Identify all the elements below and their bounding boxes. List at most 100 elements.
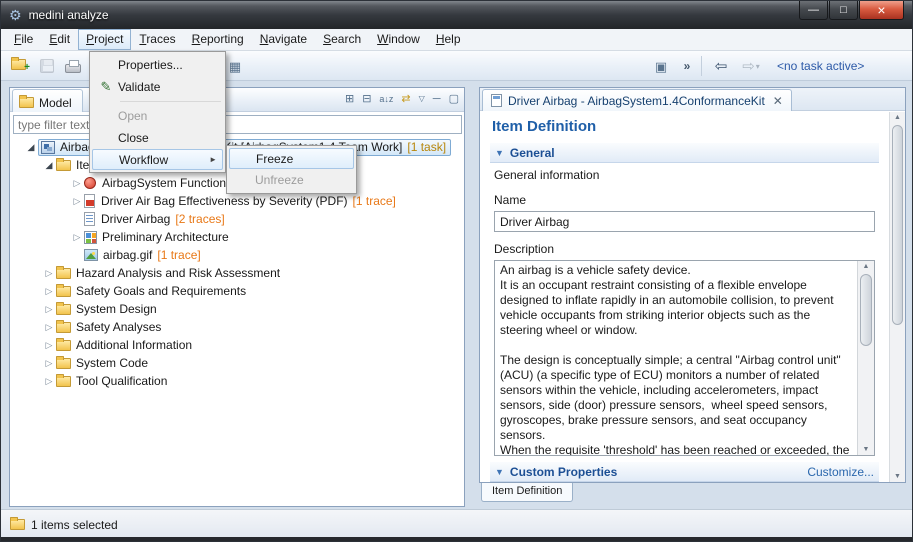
menu-window[interactable]: Window — [369, 29, 428, 50]
editor-panel: Driver Airbag - AirbagSystem1.4Conforman… — [479, 87, 906, 483]
close-tab-icon[interactable]: ✕ — [773, 94, 783, 108]
forward-button[interactable]: ⇨▾ — [735, 54, 767, 78]
task-board-button[interactable]: ▣ — [649, 54, 673, 78]
form-title: Item Definition — [492, 118, 879, 135]
new-project-button[interactable]: + — [9, 54, 33, 78]
tree-item-airbag-gif[interactable]: airbag.gif [1 trace] — [70, 246, 201, 264]
project-icon — [41, 141, 55, 154]
description-label: Description — [494, 242, 879, 256]
tree-expander-icon[interactable] — [42, 358, 56, 369]
overflow-chevron-icon: » — [684, 60, 691, 72]
tree-expander-icon[interactable] — [42, 304, 56, 315]
tree-item-additional-information[interactable]: Additional Information — [42, 336, 192, 354]
tree-item-safety-analyses[interactable]: Safety Analyses — [42, 318, 161, 336]
maximize-view-button[interactable]: ▢ — [449, 92, 459, 105]
save-button[interactable] — [35, 54, 59, 78]
print-button[interactable] — [61, 54, 85, 78]
toolbar-overflow-button[interactable]: » — [675, 54, 699, 78]
custom-properties-section-header[interactable]: ▼ Custom Properties Customize... — [490, 462, 879, 482]
tree-expander-icon[interactable] — [42, 376, 56, 387]
tree-expander-icon[interactable] — [70, 196, 84, 207]
link-with-editor-button[interactable]: ⇄ — [401, 92, 410, 105]
bottom-tab-item-definition[interactable]: Item Definition — [481, 483, 573, 502]
tree-item-label: System Code — [76, 356, 148, 370]
model-tab-icon — [19, 97, 34, 108]
minimize-button[interactable]: — — [799, 1, 828, 20]
menu-item-workflow[interactable]: Workflow ► — [92, 149, 223, 170]
item-definition-form: Item Definition ▼ General General inform… — [480, 112, 889, 482]
menu-item-validate[interactable]: ✎ Validate — [92, 76, 223, 98]
sort-alphabetically-button[interactable]: a↓z — [379, 94, 393, 104]
menu-help[interactable]: Help — [428, 29, 469, 50]
active-task-label[interactable]: <no task active> — [777, 59, 864, 73]
menu-item-close[interactable]: Close — [92, 127, 223, 149]
filter-input[interactable] — [13, 115, 462, 134]
tree-item-functions[interactable]: AirbagSystem Functions — [70, 174, 232, 192]
minimize-view-button[interactable]: ─ — [433, 93, 441, 105]
submenu-arrow-icon: ► — [209, 155, 217, 164]
menu-project[interactable]: Project — [78, 29, 131, 50]
scrollbar-thumb[interactable] — [892, 125, 903, 325]
section-collapse-icon[interactable]: ▼ — [495, 148, 504, 158]
scrollbar-thumb[interactable] — [860, 274, 872, 346]
editor-tab[interactable]: Driver Airbag - AirbagSystem1.4Conforman… — [482, 89, 792, 111]
menu-navigate[interactable]: Navigate — [252, 29, 315, 50]
customize-link[interactable]: Customize... — [807, 465, 874, 479]
collapse-all-button[interactable]: ⊟ — [362, 92, 371, 105]
name-field[interactable] — [494, 211, 875, 232]
tree-item-driver-airbag[interactable]: Driver Airbag [2 traces] — [70, 210, 225, 228]
menu-edit[interactable]: Edit — [41, 29, 78, 50]
folder-icon — [56, 268, 71, 279]
description-text[interactable]: An airbag is a vehicle safety device. It… — [495, 261, 857, 455]
tree-expander-icon[interactable] — [42, 286, 56, 297]
tree-expander-icon[interactable] — [42, 268, 56, 279]
menu-item-properties[interactable]: Properties... — [92, 54, 223, 76]
tree-item-system-design[interactable]: System Design — [42, 300, 157, 318]
menu-reporting[interactable]: Reporting — [184, 29, 252, 50]
scroll-down-icon[interactable]: ▼ — [858, 446, 874, 453]
diagram-button[interactable]: ▦ — [223, 54, 247, 78]
tree-expander-icon[interactable] — [24, 142, 38, 153]
tree-expander-icon[interactable] — [42, 340, 56, 351]
menu-search[interactable]: Search — [315, 29, 369, 50]
tree-item-label: Preliminary Architecture — [102, 230, 229, 244]
section-collapse-icon[interactable]: ▼ — [495, 467, 504, 477]
view-menu-button[interactable]: ▽ — [419, 94, 425, 103]
folder-icon — [56, 286, 71, 297]
function-icon — [84, 177, 96, 189]
tab-model[interactable]: Model — [12, 89, 83, 112]
tree-item-pdf[interactable]: Driver Air Bag Effectiveness by Severity… — [70, 192, 396, 210]
close-button[interactable]: × — [859, 1, 904, 20]
tree-expander-icon[interactable] — [70, 232, 84, 243]
menu-item-unfreeze[interactable]: Unfreeze — [229, 169, 354, 191]
scroll-down-icon[interactable]: ▼ — [890, 473, 905, 480]
scroll-up-icon[interactable]: ▲ — [858, 263, 874, 270]
folder-icon — [56, 304, 71, 315]
menu-file[interactable]: File — [6, 29, 41, 50]
tree-item-system-code[interactable]: System Code — [42, 354, 148, 372]
tree-item-safety-goals[interactable]: Safety Goals and Requirements — [42, 282, 246, 300]
tree-item-label: Driver Airbag — [101, 212, 170, 226]
description-scrollbar[interactable]: ▲ ▼ — [857, 261, 874, 455]
editor-scrollbar[interactable]: ▲ ▼ — [889, 112, 905, 482]
tree-expander-icon[interactable] — [42, 322, 56, 333]
tree-item-label: Safety Goals and Requirements — [76, 284, 246, 298]
expand-all-button[interactable]: ⊞ — [345, 92, 354, 105]
tree-item-label: Tool Qualification — [76, 374, 167, 388]
folder-icon — [56, 160, 71, 171]
tree-item-label: Driver Air Bag Effectiveness by Severity… — [101, 194, 348, 208]
tree-expander-icon[interactable] — [42, 160, 56, 171]
back-button[interactable]: ⇦ — [709, 54, 733, 78]
menu-traces[interactable]: Traces — [131, 29, 183, 50]
maximize-button[interactable]: □ — [829, 1, 858, 20]
menu-item-freeze[interactable]: Freeze — [229, 148, 354, 169]
tree-item-tool-qualification[interactable]: Tool Qualification — [42, 372, 167, 390]
general-section-header[interactable]: ▼ General — [490, 143, 879, 163]
tree-item-preliminary-architecture[interactable]: Preliminary Architecture — [70, 228, 229, 246]
tree-item-label: Safety Analyses — [76, 320, 161, 334]
scroll-up-icon[interactable]: ▲ — [890, 114, 905, 121]
tree-item-hazard-analysis[interactable]: Hazard Analysis and Risk Assessment — [42, 264, 280, 282]
description-field[interactable]: An airbag is a vehicle safety device. It… — [494, 260, 875, 456]
tree-expander-icon[interactable] — [70, 178, 84, 189]
menu-item-open[interactable]: Open — [92, 105, 223, 127]
